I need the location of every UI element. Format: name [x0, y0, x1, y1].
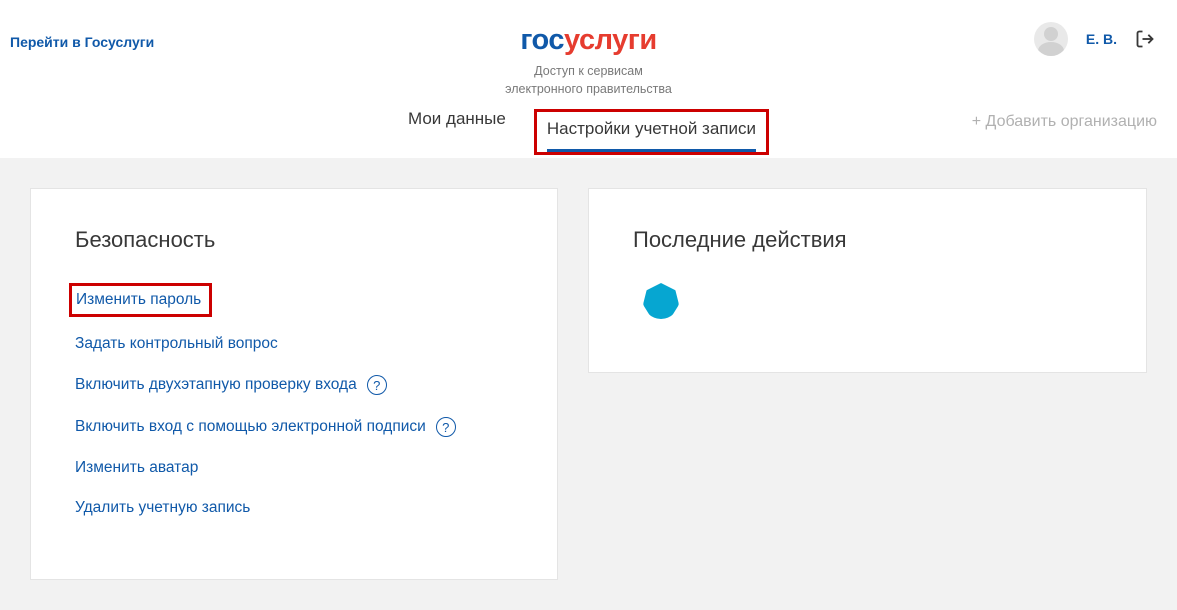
logout-icon[interactable]	[1135, 29, 1155, 49]
highlight-tab: Настройки учетной записи	[534, 109, 769, 155]
user-name[interactable]: Е. В.	[1086, 31, 1117, 47]
enable-esign-link[interactable]: Включить вход с помощью электронной подп…	[75, 418, 426, 436]
security-card: Безопасность Изменить пароль Задать конт…	[30, 188, 558, 580]
help-icon[interactable]: ?	[436, 417, 456, 437]
tab-my-data[interactable]: Мои данные	[408, 109, 506, 155]
change-password-link[interactable]: Изменить пароль	[76, 291, 201, 308]
logo-part2: услуги	[564, 24, 657, 56]
add-organization-link[interactable]: + Добавить организацию	[972, 113, 1157, 131]
logo-part1: гос	[520, 24, 564, 56]
activity-card: Последние действия	[588, 188, 1147, 373]
site-logo: госуслуги	[505, 24, 672, 57]
goto-gosuslugi-link[interactable]: Перейти в Госуслуги	[10, 34, 154, 50]
change-avatar-link[interactable]: Изменить аватар	[75, 459, 198, 477]
loading-spinner-icon	[643, 283, 679, 319]
avatar[interactable]	[1034, 22, 1068, 56]
enable-2fa-link[interactable]: Включить двухэтапную проверку входа	[75, 376, 357, 394]
set-question-link[interactable]: Задать контрольный вопрос	[75, 335, 278, 353]
delete-account-link[interactable]: Удалить учетную запись	[75, 499, 250, 517]
help-icon[interactable]: ?	[367, 375, 387, 395]
logo-subtitle: Доступ к сервисам электронного правитель…	[505, 63, 672, 98]
tab-account-settings[interactable]: Настройки учетной записи	[547, 119, 756, 152]
highlight-change-password: Изменить пароль	[69, 283, 212, 317]
logo-block: госуслуги Доступ к сервисам электронного…	[505, 24, 672, 98]
security-title: Безопасность	[75, 227, 513, 253]
activity-title: Последние действия	[633, 227, 1102, 253]
